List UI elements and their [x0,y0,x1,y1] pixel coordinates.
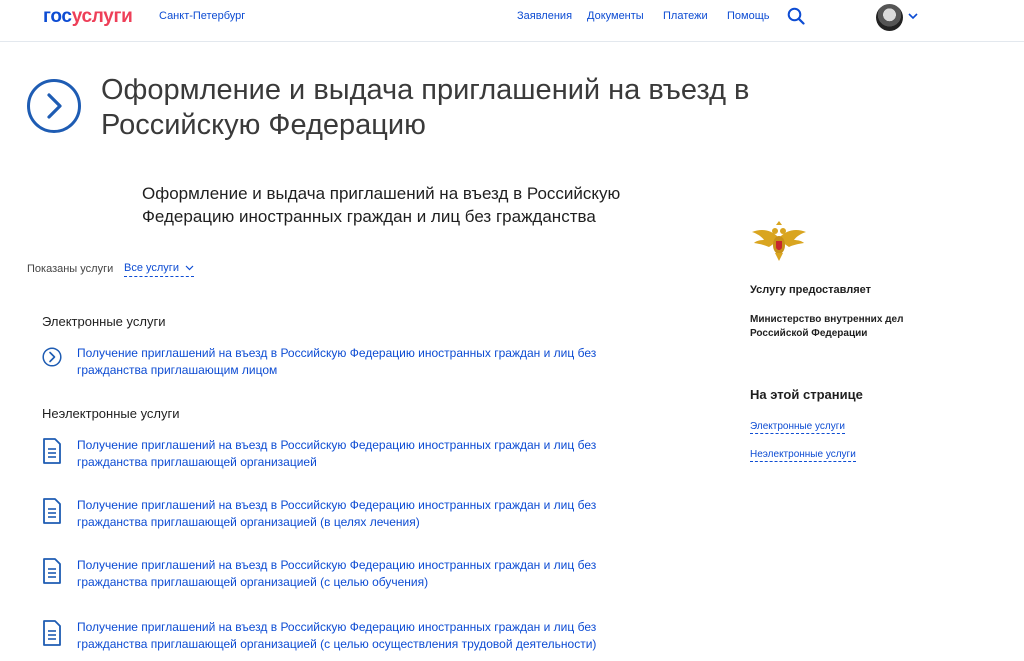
avatar[interactable] [876,4,903,31]
anchor-non-electronic-services[interactable]: Неэлектронные услуги [750,449,856,462]
filter-value: Все услуги [124,262,179,274]
top-header: госуслуги Санкт-Петербург Заявления Доку… [0,0,1024,42]
logo-part-2: услуги [71,6,133,27]
search-icon[interactable] [787,7,805,25]
nav-payments[interactable]: Платежи [663,10,708,22]
electronic-services-heading: Электронные услуги [42,314,166,329]
region-selector[interactable]: Санкт-Петербург [159,10,245,22]
service-link-non-electronic-2[interactable]: Получение приглашений на въезд в Российс… [77,497,667,531]
provider-label: Услугу предоставляет [750,284,872,296]
document-icon[interactable] [42,497,62,525]
on-this-page-heading: На этой странице [750,387,863,402]
page-title: Оформление и выдача приглашений на въезд… [101,74,750,141]
filter-label: Показаны услуги [27,263,114,275]
service-link-non-electronic-3[interactable]: Получение приглашений на въезд в Российс… [77,557,667,591]
nav-help[interactable]: Помощь [727,10,770,22]
nav-documents[interactable]: Документы [587,10,644,22]
service-subtitle: Оформление и выдача приглашений на въезд… [142,184,621,226]
service-link-non-electronic-1[interactable]: Получение приглашений на въезд в Российс… [77,437,667,471]
non-electronic-services-heading: Неэлектронные услуги [42,406,180,421]
filter-dropdown[interactable]: Все услуги [124,262,195,277]
gosuslugi-logo[interactable]: госуслуги [43,6,133,28]
service-link-non-electronic-4[interactable]: Получение приглашений на въезд в Российс… [77,619,667,653]
arrow-circle-icon[interactable] [26,78,82,134]
logo-part-1: гос [43,6,72,27]
provider-name: Министерство внутренних дел Российской Ф… [750,314,904,339]
arrow-circle-icon[interactable] [42,347,62,367]
document-icon[interactable] [42,619,62,647]
chevron-down-icon[interactable] [908,12,918,20]
service-link-electronic-1[interactable]: Получение приглашений на въезд в Российс… [77,345,667,379]
chevron-down-icon [185,265,194,271]
document-icon[interactable] [42,557,62,585]
anchor-electronic-services[interactable]: Электронные услуги [750,421,845,434]
nav-applications[interactable]: Заявления [517,10,572,22]
double-headed-eagle-emblem-icon [752,221,806,261]
document-icon[interactable] [42,437,62,465]
